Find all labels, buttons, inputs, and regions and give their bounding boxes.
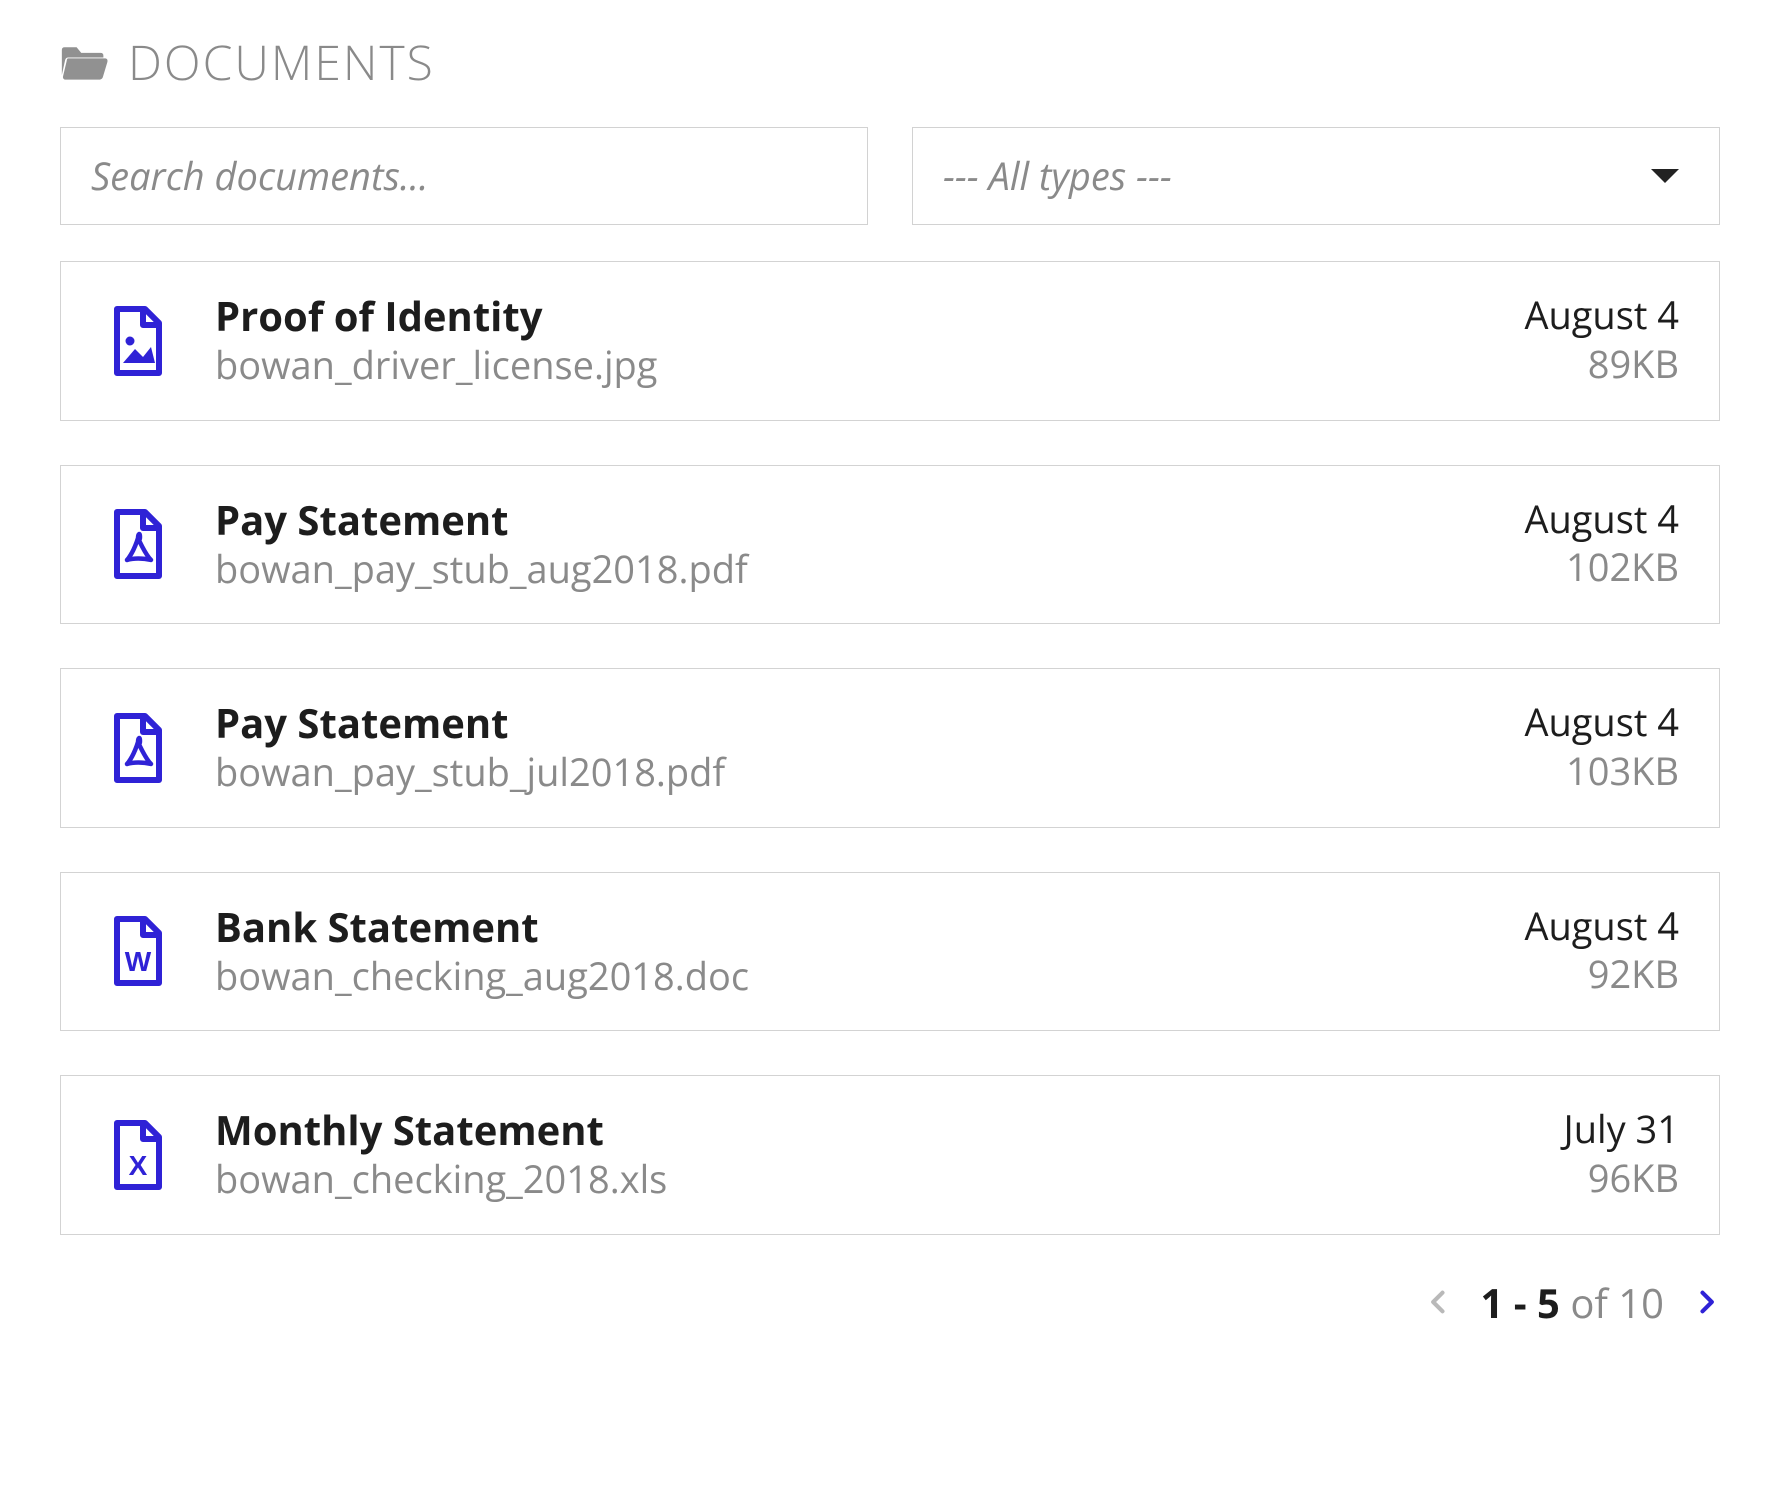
document-filename: bowan_driver_license.jpg xyxy=(215,342,1480,390)
type-filter-selected: --- All types --- xyxy=(943,150,1172,202)
folder-open-icon xyxy=(60,44,108,82)
chevron-right-icon xyxy=(1692,1284,1720,1320)
file-pdf-icon xyxy=(105,504,171,584)
document-date: August 4 xyxy=(1524,293,1679,339)
file-word-icon xyxy=(105,911,171,991)
document-title: Proof of Identity xyxy=(215,292,1480,340)
prev-page-button xyxy=(1425,1284,1453,1320)
document-meta: July 31 96KB xyxy=(1564,1107,1679,1202)
document-date: August 4 xyxy=(1524,904,1679,950)
chevron-left-icon xyxy=(1425,1284,1453,1320)
document-list: Proof of Identity bowan_driver_license.j… xyxy=(60,261,1720,1235)
document-title: Pay Statement xyxy=(215,699,1480,747)
document-title: Monthly Statement xyxy=(215,1106,1520,1154)
file-excel-icon xyxy=(105,1115,171,1195)
page-title: DOCUMENTS xyxy=(128,30,435,95)
page-total: 10 xyxy=(1618,1275,1664,1330)
document-row[interactable]: Proof of Identity bowan_driver_license.j… xyxy=(60,261,1720,421)
document-title: Pay Statement xyxy=(215,496,1480,544)
document-size: 92KB xyxy=(1524,951,1679,999)
search-input[interactable] xyxy=(60,127,868,225)
document-date: August 4 xyxy=(1524,497,1679,543)
document-filename: bowan_checking_2018.xls xyxy=(215,1156,1520,1204)
document-info: Bank Statement bowan_checking_aug2018.do… xyxy=(215,903,1480,1001)
document-row[interactable]: Bank Statement bowan_checking_aug2018.do… xyxy=(60,872,1720,1032)
document-size: 103KB xyxy=(1524,748,1679,796)
document-size: 96KB xyxy=(1564,1155,1679,1203)
document-meta: August 4 89KB xyxy=(1524,293,1679,388)
caret-down-icon xyxy=(1651,169,1679,183)
document-row[interactable]: Monthly Statement bowan_checking_2018.xl… xyxy=(60,1075,1720,1235)
page-range: 1 - 5 xyxy=(1481,1275,1560,1330)
document-date: July 31 xyxy=(1564,1107,1679,1153)
page-range-text: 1 - 5 of 10 xyxy=(1481,1275,1664,1330)
document-date: August 4 xyxy=(1524,700,1679,746)
document-row[interactable]: Pay Statement bowan_pay_stub_aug2018.pdf… xyxy=(60,465,1720,625)
document-size: 102KB xyxy=(1524,544,1679,592)
document-size: 89KB xyxy=(1524,341,1679,389)
document-meta: August 4 92KB xyxy=(1524,904,1679,999)
document-filename: bowan_pay_stub_aug2018.pdf xyxy=(215,546,1480,594)
next-page-button[interactable] xyxy=(1692,1284,1720,1320)
file-image-icon xyxy=(105,301,171,381)
document-meta: August 4 103KB xyxy=(1524,700,1679,795)
page-header: DOCUMENTS xyxy=(60,30,1720,95)
document-row[interactable]: Pay Statement bowan_pay_stub_jul2018.pdf… xyxy=(60,668,1720,828)
document-filename: bowan_pay_stub_jul2018.pdf xyxy=(215,749,1480,797)
pagination: 1 - 5 of 10 xyxy=(60,1275,1720,1330)
page-of-label: of xyxy=(1560,1275,1618,1330)
document-info: Pay Statement bowan_pay_stub_jul2018.pdf xyxy=(215,699,1480,797)
document-meta: August 4 102KB xyxy=(1524,497,1679,592)
document-info: Monthly Statement bowan_checking_2018.xl… xyxy=(215,1106,1520,1204)
document-title: Bank Statement xyxy=(215,903,1480,951)
document-info: Pay Statement bowan_pay_stub_aug2018.pdf xyxy=(215,496,1480,594)
document-filename: bowan_checking_aug2018.doc xyxy=(215,953,1480,1001)
file-pdf-icon xyxy=(105,708,171,788)
type-filter-select[interactable]: --- All types --- xyxy=(912,127,1720,225)
document-info: Proof of Identity bowan_driver_license.j… xyxy=(215,292,1480,390)
